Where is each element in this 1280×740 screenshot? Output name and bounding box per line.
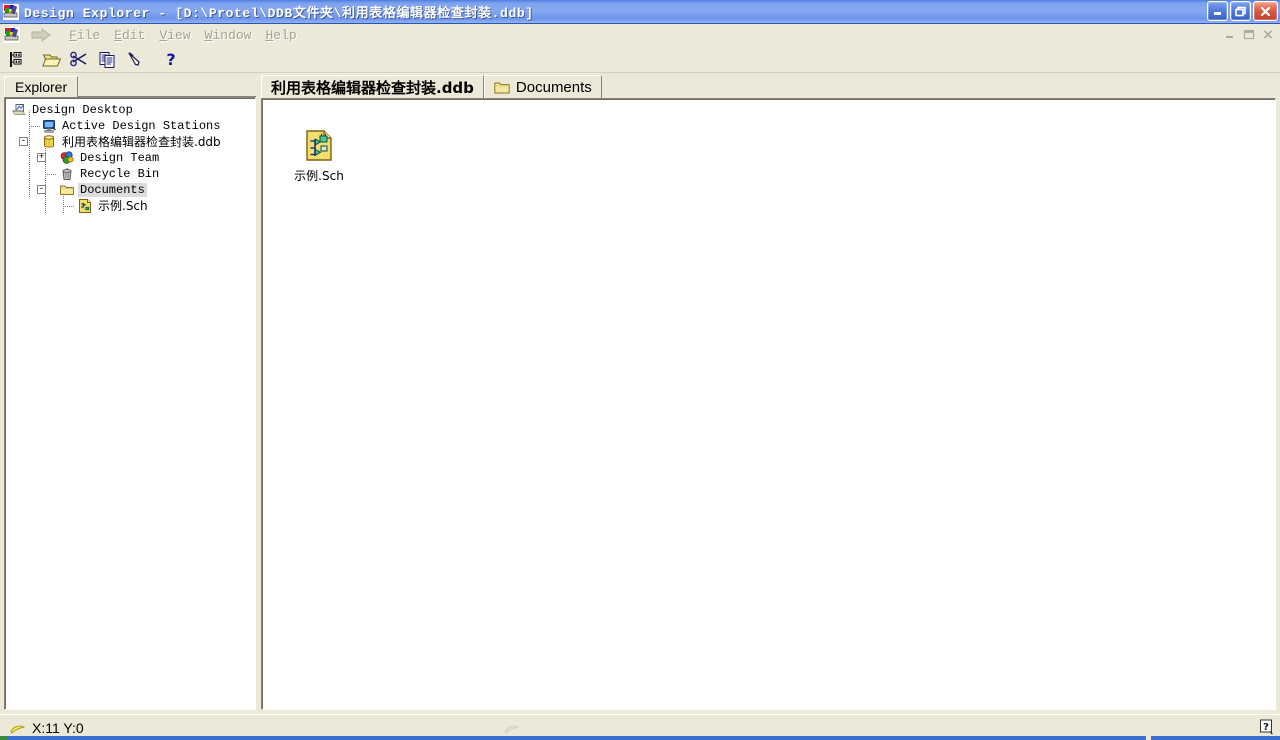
explorer-tab-row: Explorer xyxy=(4,74,256,98)
file-item-label: 示例.Sch xyxy=(294,169,344,183)
tree-item-shili-sch[interactable]: 示例.Sch xyxy=(5,198,255,214)
tree-label: Active Design Stations xyxy=(62,119,221,133)
recycle-bin-icon xyxy=(59,166,75,182)
tree-guide-line xyxy=(29,126,41,127)
tree-label: Recycle Bin xyxy=(80,167,160,181)
tab-label: Documents xyxy=(515,79,592,96)
window-controls xyxy=(1207,1,1278,21)
tree-label: 利用表格编辑器检查封装.ddb xyxy=(62,135,221,149)
workstation-icon xyxy=(41,118,57,134)
tree-expander-expand[interactable]: + xyxy=(37,153,46,162)
tree-guide-line xyxy=(63,206,75,207)
explorer-panel: Explorer Design Desktop Active Design St… xyxy=(4,74,256,710)
svg-text:?: ? xyxy=(1263,722,1269,733)
document-tab-row: 利用表格编辑器检查封装.ddb Documents xyxy=(261,74,1276,99)
tree-expander-collapse[interactable]: - xyxy=(37,185,46,194)
status-coordinates: X:11 Y:0 xyxy=(10,720,84,736)
tree-label: Design Team xyxy=(80,151,160,165)
question-help-icon[interactable]: ? xyxy=(1259,719,1275,735)
schematic-document-icon xyxy=(77,198,93,214)
document-tab-filler xyxy=(602,75,1276,99)
mdi-minimize-button[interactable] xyxy=(1222,27,1238,42)
minimize-button[interactable] xyxy=(1207,1,1228,21)
mdi-restore-button[interactable] xyxy=(1241,27,1257,42)
tab-documents[interactable]: Documents xyxy=(483,75,602,99)
tree-item-active-design-stations[interactable]: Active Design Stations xyxy=(5,118,255,134)
menu-item-window[interactable]: Window xyxy=(198,26,259,45)
window-title-bar[interactable]: Design Explorer - [D:\Protel\DDB文件夹\利用表格… xyxy=(0,0,1280,24)
grey-cursor-icon xyxy=(504,722,520,734)
tab-ddb[interactable]: 利用表格编辑器检查封装.ddb xyxy=(261,75,484,99)
tree-item-recycle-bin[interactable]: Recycle Bin xyxy=(5,166,255,182)
mdi-close-button[interactable] xyxy=(1260,27,1276,42)
menu-item-edit[interactable]: Edit xyxy=(107,26,152,45)
tree-guide-line xyxy=(45,174,57,175)
tab-explorer[interactable]: Explorer xyxy=(4,76,79,98)
design-explorer-tree[interactable]: Design Desktop Active Design Stations - xyxy=(4,97,256,710)
mdi-window-controls xyxy=(1222,27,1276,42)
tree-item-ddb-root[interactable]: - 利用表格编辑器检查封装.ddb xyxy=(5,134,255,150)
restore-button[interactable] xyxy=(1230,1,1251,21)
pencil-icon[interactable] xyxy=(123,47,149,71)
expander-glyph: + xyxy=(38,152,45,162)
tree-label: Design Desktop xyxy=(32,103,133,117)
window-title-text: Design Explorer - [D:\Protel\DDB文件夹\利用表格… xyxy=(24,6,534,21)
expander-glyph: - xyxy=(38,184,45,194)
tree-label: Documents xyxy=(78,183,147,197)
main-toolbar: ? xyxy=(0,46,1280,73)
menu-item-help[interactable]: Help xyxy=(258,26,303,45)
tree-expander-collapse[interactable]: - xyxy=(19,137,28,146)
document-content-area[interactable]: 示例.Sch xyxy=(261,98,1276,710)
design-team-icon xyxy=(59,150,75,166)
file-item-shili-sch[interactable]: 示例.Sch xyxy=(280,129,358,184)
question-mark-icon[interactable]: ? xyxy=(158,47,184,71)
tree-item-documents[interactable]: - Documents xyxy=(5,182,255,198)
explorer-tab-label: Explorer xyxy=(15,79,68,95)
copy-pages-icon[interactable] xyxy=(95,47,121,71)
close-button[interactable] xyxy=(1253,1,1278,21)
document-arrow-icon xyxy=(30,28,52,42)
design-desktop-icon xyxy=(11,102,27,118)
folder-icon xyxy=(494,81,510,95)
svg-text:?: ? xyxy=(166,50,175,69)
menu-item-view[interactable]: View xyxy=(152,26,197,45)
tree-label: 示例.Sch xyxy=(98,199,148,213)
scissors-icon[interactable] xyxy=(67,47,93,71)
protel-palette-icon[interactable] xyxy=(4,27,20,43)
expander-glyph: - xyxy=(20,136,27,146)
protel-palette-icon xyxy=(3,3,19,20)
document-panel: 利用表格编辑器检查封装.ddb Documents 示例.Sch xyxy=(261,74,1276,710)
database-cylinder-icon xyxy=(41,134,57,150)
tab-label: 利用表格编辑器检查封装.ddb xyxy=(271,79,474,97)
schematic-document-icon xyxy=(302,129,336,163)
yellow-cursor-icon xyxy=(10,722,26,734)
tree-item-design-desktop[interactable]: Design Desktop xyxy=(5,102,255,118)
folder-icon xyxy=(59,182,75,198)
menu-bar: File Edit View Window Help xyxy=(0,24,1280,46)
tree-item-design-team[interactable]: + Design Team xyxy=(5,150,255,166)
tree-panel-icon[interactable] xyxy=(4,47,30,71)
status-coords-text: X:11 Y:0 xyxy=(32,719,84,736)
open-folder-icon[interactable] xyxy=(39,47,65,71)
menu-item-file[interactable]: File xyxy=(62,26,107,45)
taskbar-strip xyxy=(0,736,1280,740)
